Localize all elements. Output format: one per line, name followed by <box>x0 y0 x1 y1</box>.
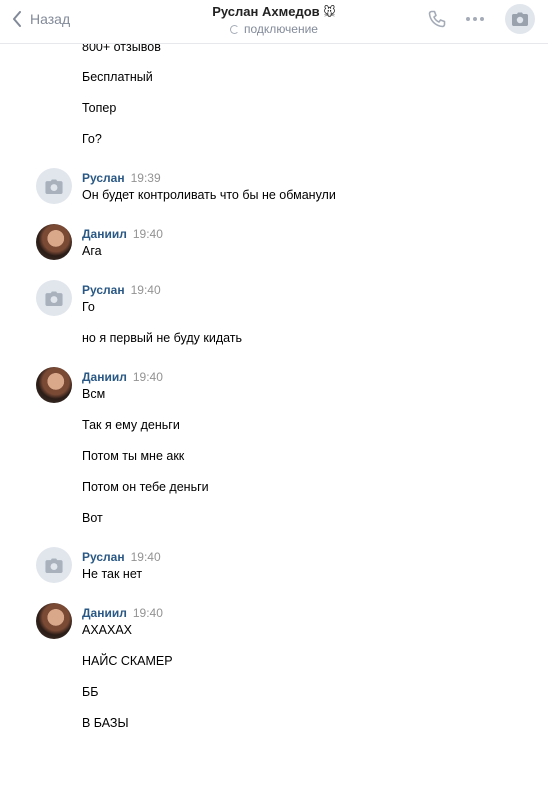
connection-status-text: подключение <box>244 22 318 36</box>
message-author[interactable]: Даниил 19:40 <box>82 370 163 384</box>
message-text: Всм <box>82 387 106 401</box>
author-name: Даниил <box>82 227 127 241</box>
author-name: Руслан <box>82 171 125 185</box>
message-text: Го? <box>82 132 102 146</box>
message-text: Потом он тебе деньги <box>82 480 209 494</box>
author-name: Руслан <box>82 283 125 297</box>
author-name: Даниил <box>82 606 127 620</box>
camera-icon <box>45 179 63 194</box>
message-text: Ага <box>82 244 102 258</box>
message-text: Так я ему деньги <box>82 418 180 432</box>
message-author[interactable]: Даниил 19:40 <box>82 227 163 241</box>
message-author[interactable]: Руслан 19:40 <box>82 283 161 297</box>
message-text: Вот <box>82 511 103 525</box>
chat-header: Назад Руслан Ахмедов 🐭 подключение <box>0 0 548 44</box>
avatar[interactable] <box>36 168 72 204</box>
avatar[interactable] <box>36 547 72 583</box>
author-name: Даниил <box>82 370 127 384</box>
message-author[interactable]: Руслан 19:40 <box>82 550 161 564</box>
message-time: 19:39 <box>130 171 161 185</box>
message-text: Топер <box>82 101 117 115</box>
message-time: 19:40 <box>132 227 163 241</box>
phone-icon[interactable] <box>427 9 447 29</box>
author-name: Руслан <box>82 550 125 564</box>
message-text: Потом ты мне акк <box>82 449 185 463</box>
more-icon[interactable] <box>465 11 485 27</box>
loading-spinner-icon <box>230 24 240 34</box>
camera-icon <box>45 558 63 573</box>
header-avatar[interactable] <box>505 4 535 34</box>
avatar[interactable] <box>36 603 72 639</box>
avatar[interactable] <box>36 280 72 316</box>
message-text: Он будет контроливать что бы не обманули <box>82 188 336 202</box>
message-text: Бесплатный <box>82 70 153 84</box>
message-author[interactable]: Руслан 19:39 <box>82 171 161 185</box>
title-emoji: 🐭 <box>323 5 336 19</box>
message-time: 19:40 <box>130 550 161 564</box>
message-time: 19:40 <box>132 606 163 620</box>
message-text: НАЙС СКАМЕР <box>82 654 173 668</box>
message-text: АХАХАХ <box>82 623 133 637</box>
message-author[interactable]: Даниил 19:40 <box>82 606 163 620</box>
message-text: Го <box>82 300 95 314</box>
message-text: но я первый не буду кидать <box>82 331 243 345</box>
message-text: Не так нет <box>82 567 143 581</box>
message-time: 19:40 <box>130 283 161 297</box>
avatar[interactable] <box>36 367 72 403</box>
avatar[interactable] <box>36 224 72 260</box>
message-time: 19:40 <box>132 370 163 384</box>
chat-title-text: Руслан Ахмедов <box>212 4 320 19</box>
camera-icon <box>512 12 528 26</box>
camera-icon <box>45 291 63 306</box>
message-text: В БАЗЫ <box>82 716 129 730</box>
message-text: ББ <box>82 685 99 699</box>
